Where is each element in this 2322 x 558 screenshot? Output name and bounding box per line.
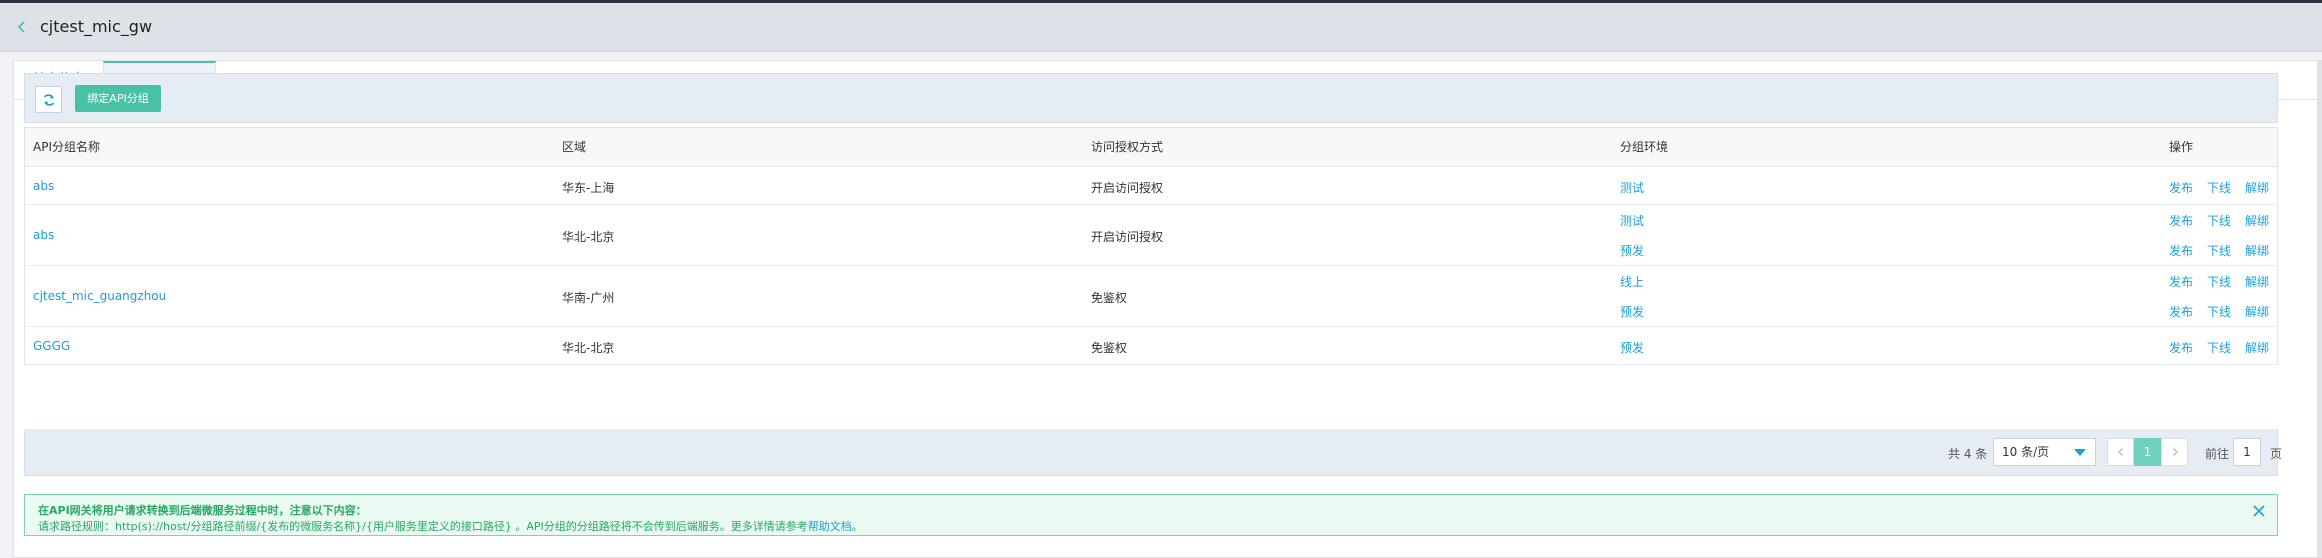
refresh-button[interactable] — [35, 86, 62, 113]
table-row: GGGG 华北-北京 免鉴权 预发 发布 下线 解绑 — [25, 327, 2277, 365]
row-actions: 发布 下线 解绑 — [2169, 212, 2269, 229]
env-link[interactable]: 线上 — [1620, 273, 1644, 290]
goto-page-input[interactable]: 1 — [2233, 438, 2261, 466]
bind-api-group-button[interactable]: 绑定API分组 — [75, 85, 161, 112]
publish-link[interactable]: 发布 — [2169, 212, 2193, 229]
row-actions: 发布 下线 解绑 — [2169, 303, 2269, 320]
region-cell: 华北-北京 — [562, 341, 615, 355]
page-size-select[interactable]: 10 条/页 — [1993, 438, 2096, 466]
chevron-left-icon[interactable] — [14, 19, 30, 35]
page-title: cjtest_mic_gw — [40, 17, 153, 36]
row-actions: 发布 下线 解绑 — [2169, 339, 2269, 356]
offline-link[interactable]: 下线 — [2207, 273, 2231, 290]
table-toolbar: 绑定API分组 — [24, 73, 2278, 123]
offline-link[interactable]: 下线 — [2207, 303, 2231, 320]
publish-link[interactable]: 发布 — [2169, 339, 2193, 356]
chevron-left-icon — [2117, 448, 2123, 456]
goto-label: 前往 — [2205, 447, 2230, 461]
env-link[interactable]: 测试 — [1620, 212, 1644, 229]
column-header-env: 分组环境 — [1620, 140, 1669, 154]
unbind-link[interactable]: 解绑 — [2245, 273, 2269, 290]
group-name-link[interactable]: cjtest_mic_guangzhou — [33, 289, 166, 303]
chevron-right-icon — [2172, 448, 2178, 456]
publish-link[interactable]: 发布 — [2169, 242, 2193, 259]
publish-link[interactable]: 发布 — [2169, 303, 2193, 320]
env-link[interactable]: 预发 — [1620, 242, 1644, 259]
prev-page-button[interactable] — [2107, 438, 2134, 466]
auth-cell: 免鉴权 — [1091, 291, 1128, 305]
offline-link[interactable]: 下线 — [2207, 339, 2231, 356]
auth-cell: 开启访问授权 — [1091, 181, 1164, 195]
unbind-link[interactable]: 解绑 — [2245, 212, 2269, 229]
help-doc-link[interactable]: 帮助文档 — [808, 520, 852, 533]
page-size-value: 10 条/页 — [2002, 445, 2050, 459]
total-count: 共 4 条 — [1948, 447, 1988, 461]
unbind-link[interactable]: 解绑 — [2245, 242, 2269, 259]
env-link[interactable]: 测试 — [1620, 179, 1644, 196]
unbind-link[interactable]: 解绑 — [2245, 179, 2269, 196]
region-cell: 华南-广州 — [562, 291, 615, 305]
publish-link[interactable]: 发布 — [2169, 273, 2193, 290]
row-actions: 发布 下线 解绑 — [2169, 179, 2269, 196]
column-header-actions: 操作 — [2169, 140, 2194, 154]
offline-link[interactable]: 下线 — [2207, 242, 2231, 259]
unbind-link[interactable]: 解绑 — [2245, 339, 2269, 356]
row-actions: 发布 下线 解绑 — [2169, 273, 2269, 290]
table-header: API分组名称 区域 访问授权方式 分组环境 操作 — [25, 128, 2277, 167]
column-header-auth: 访问授权方式 — [1091, 140, 1164, 154]
unbind-link[interactable]: 解绑 — [2245, 303, 2269, 320]
publish-link[interactable]: 发布 — [2169, 179, 2193, 196]
env-link[interactable]: 预发 — [1620, 339, 1644, 356]
next-page-button[interactable] — [2161, 438, 2188, 466]
group-name-link[interactable]: abs — [33, 179, 54, 193]
refresh-icon — [43, 94, 55, 106]
notice-body: 请求路径规则：http(s)://host/分组路径前缀/{发布的微服务名称}/… — [38, 518, 863, 534]
auth-cell: 开启访问授权 — [1091, 230, 1164, 244]
table-row: abs 华北-北京 开启访问授权 测试 发布 下线 解绑 预发 发布 下线 解绑 — [25, 205, 2277, 266]
column-header-region: 区域 — [562, 140, 587, 154]
offline-link[interactable]: 下线 — [2207, 179, 2231, 196]
row-actions: 发布 下线 解绑 — [2169, 242, 2269, 259]
title-bar: cjtest_mic_gw — [0, 3, 2322, 52]
env-link[interactable]: 预发 — [1620, 303, 1644, 320]
offline-link[interactable]: 下线 — [2207, 212, 2231, 229]
pagination-bar: 共 4 条 10 条/页 1 前往 1 页 — [24, 429, 2282, 476]
group-name-link[interactable]: abs — [33, 228, 54, 242]
column-header-name: API分组名称 — [33, 140, 100, 154]
page-number-current[interactable]: 1 — [2134, 438, 2161, 466]
info-notice: 在API网关将用户请求转换到后端微服务过程中时，注意以下内容： 请求路径规则：h… — [24, 494, 2278, 536]
table-row: abs 华东-上海 开启访问授权 测试 发布 下线 解绑 — [25, 167, 2277, 205]
notice-text: 请求路径规则：http(s)://host/分组路径前缀/{发布的微服务名称}/… — [38, 520, 808, 533]
auth-cell: 免鉴权 — [1091, 341, 1128, 355]
table-row: cjtest_mic_guangzhou 华南-广州 免鉴权 线上 发布 下线 … — [25, 266, 2277, 327]
close-icon[interactable] — [2251, 503, 2267, 519]
page-unit-label: 页 — [2270, 447, 2283, 461]
region-cell: 华东-上海 — [562, 181, 615, 195]
caret-down-icon — [2074, 449, 2086, 456]
notice-title: 在API网关将用户请求转换到后端微服务过程中时，注意以下内容： — [38, 504, 367, 517]
notice-end: 。 — [851, 520, 863, 533]
region-cell: 华北-北京 — [562, 230, 615, 244]
group-name-link[interactable]: GGGG — [33, 339, 70, 353]
scrollbar[interactable] — [2318, 60, 2322, 558]
api-group-table: API分组名称 区域 访问授权方式 分组环境 操作 abs 华东-上海 开启访问… — [24, 127, 2278, 365]
